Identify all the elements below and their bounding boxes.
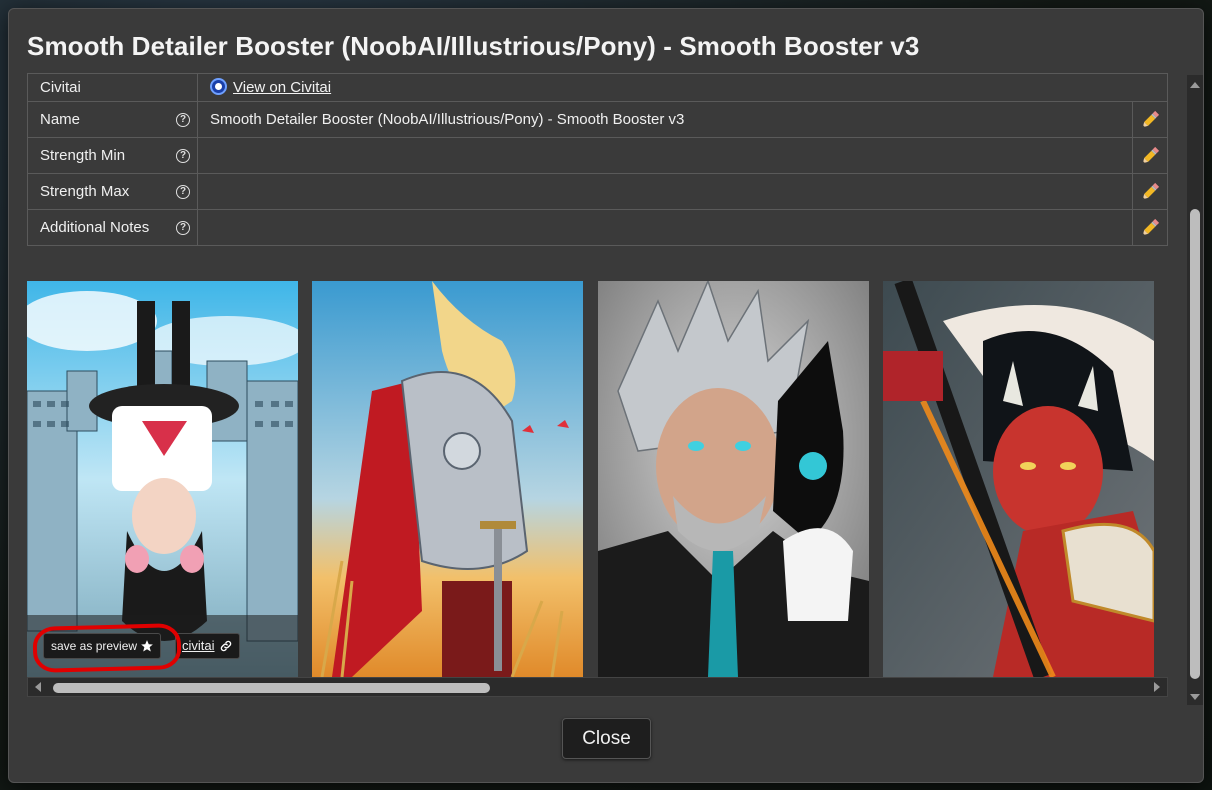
pencil-icon[interactable] bbox=[1139, 109, 1161, 131]
info-label: Strength Min bbox=[40, 147, 126, 164]
info-label: Additional Notes bbox=[40, 219, 150, 236]
scroll-right-arrow-icon[interactable] bbox=[1154, 682, 1160, 692]
info-value: Smooth Detailer Booster (NoobAI/Illustri… bbox=[197, 101, 1133, 138]
dialog-vertical-scrollbar[interactable] bbox=[1187, 75, 1203, 705]
scroll-left-arrow-icon[interactable] bbox=[35, 682, 41, 692]
armored-knight-wheat-field-image[interactable] bbox=[312, 281, 583, 677]
scroll-up-arrow-icon[interactable] bbox=[1190, 82, 1200, 88]
info-value bbox=[197, 209, 1133, 246]
dialog-title: Smooth Detailer Booster (NoobAI/Illustri… bbox=[27, 31, 920, 61]
info-label: Name bbox=[40, 111, 81, 128]
scroll-down-arrow-icon[interactable] bbox=[1190, 694, 1200, 700]
info-label: Civitai bbox=[27, 73, 198, 102]
info-value bbox=[197, 173, 1133, 210]
info-value: View on Civitai bbox=[197, 73, 1168, 102]
pencil-icon[interactable] bbox=[1139, 217, 1161, 239]
info-row-name: Name? Smooth Detailer Booster (NoobAI/Il… bbox=[27, 101, 1168, 138]
civitai-link-label: civitai bbox=[182, 638, 215, 653]
horizontal-scroll-thumb[interactable] bbox=[53, 683, 490, 693]
civitai-image-link[interactable]: civitai bbox=[175, 633, 240, 659]
close-button[interactable]: Close bbox=[562, 718, 651, 759]
annotation-red-circle bbox=[32, 623, 182, 673]
model-info-dialog: Smooth Detailer Booster (NoobAI/Illustri… bbox=[8, 8, 1204, 783]
pencil-icon[interactable] bbox=[1139, 145, 1161, 167]
info-row-strength-max: Strength Max? bbox=[27, 173, 1168, 210]
help-icon[interactable]: ? bbox=[176, 220, 190, 235]
info-value bbox=[197, 137, 1133, 174]
info-row-civitai: Civitai View on Civitai bbox=[27, 73, 1168, 102]
info-row-strength-min: Strength Min? bbox=[27, 137, 1168, 174]
help-icon[interactable]: ? bbox=[176, 184, 190, 199]
info-row-additional-notes: Additional Notes? bbox=[27, 209, 1168, 246]
oni-samurai-katana-image[interactable] bbox=[883, 281, 1154, 677]
help-icon[interactable]: ? bbox=[176, 112, 190, 127]
upside-down-schoolgirl-city-image[interactable]: save as preview civitai bbox=[27, 281, 298, 677]
example-images-gallery[interactable]: save as preview civitai bbox=[27, 281, 1168, 677]
help-icon[interactable]: ? bbox=[176, 148, 190, 163]
silver-haired-man-suit-image[interactable] bbox=[598, 281, 869, 677]
view-on-civitai-link[interactable]: View on Civitai bbox=[233, 79, 331, 96]
vertical-scroll-thumb[interactable] bbox=[1190, 209, 1200, 679]
pencil-icon[interactable] bbox=[1139, 181, 1161, 203]
civitai-logo-icon bbox=[210, 78, 227, 96]
gallery-horizontal-scrollbar[interactable] bbox=[27, 677, 1168, 697]
info-label: Strength Max bbox=[40, 183, 130, 200]
dialog-scroll-area[interactable]: Civitai View on Civitai Name? Smooth Det… bbox=[9, 73, 1203, 713]
link-icon bbox=[220, 640, 231, 652]
info-table: Civitai View on Civitai Name? Smooth Det… bbox=[27, 73, 1168, 246]
